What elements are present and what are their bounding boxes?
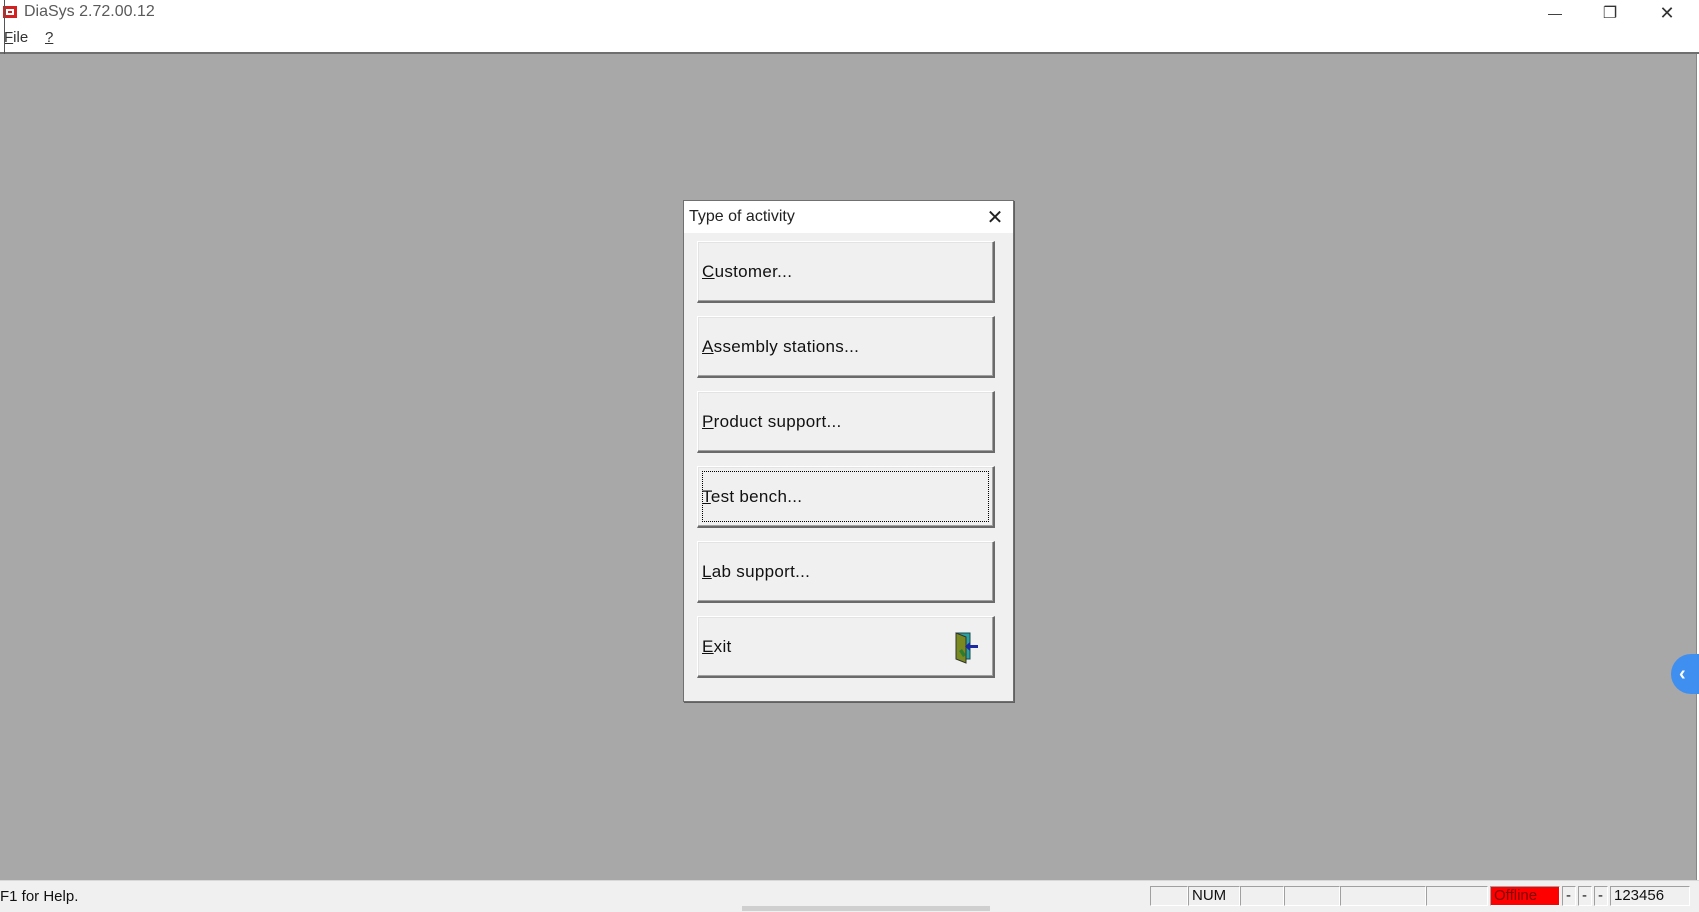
status-pane-empty-2 (1240, 886, 1284, 906)
minimize-button[interactable]: — (1530, 0, 1580, 26)
menu-file[interactable]: File (4, 29, 28, 46)
status-pane-empty-4 (1340, 886, 1426, 906)
assembly-stations-button[interactable]: Assembly stations... (697, 316, 995, 378)
status-pane-offline: Offline (1490, 886, 1560, 906)
assembly-text: ssembly stations... (713, 337, 860, 356)
status-pane-empty-5 (1426, 886, 1488, 906)
chevron-left-icon: ‹ (1679, 662, 1686, 685)
menu-file-mnemonic: F (4, 29, 14, 46)
close-icon: ✕ (1659, 2, 1675, 23)
restore-icon: ❐ (1602, 5, 1618, 22)
menu-file-label: ile (13, 29, 29, 46)
exit-button[interactable]: Exit (697, 616, 995, 678)
menu-bar: File ? (0, 26, 1699, 54)
exit-door-icon (955, 632, 978, 664)
app-icon (3, 6, 17, 18)
exit-mnemonic: E (702, 637, 714, 656)
status-pane-dash-3: - (1594, 886, 1608, 906)
lab-mnemonic: L (702, 562, 712, 581)
exit-button-label: Exit (702, 637, 732, 657)
menu-help-label: ? (45, 29, 54, 46)
test-mnemonic: T (702, 487, 711, 506)
status-pane-empty-1 (1150, 886, 1188, 906)
customer-text: ustomer... (714, 262, 793, 281)
test-text: est bench... (710, 487, 803, 506)
dialog-title: Type of activity (689, 208, 795, 225)
status-pane-code: 123456 (1610, 886, 1690, 906)
status-pane-dash-1: - (1562, 886, 1576, 906)
product-mnemonic: P (702, 412, 714, 431)
test-bench-button-label: Test bench... (702, 487, 802, 507)
menu-help[interactable]: ? (45, 29, 53, 46)
app-window: DiaSys 2.72.00.12 — ❐ ✕ File ? Type of a… (0, 0, 1699, 912)
customer-button[interactable]: Customer... (697, 241, 995, 303)
product-text: roduct support... (713, 412, 842, 431)
status-pane-empty-3 (1284, 886, 1340, 906)
minimize-icon: — (1548, 5, 1562, 21)
test-bench-button[interactable]: Test bench... (697, 466, 995, 528)
customer-button-label: Customer... (702, 262, 792, 282)
exit-text: xit (713, 637, 732, 656)
status-help-text: F1 for Help. (0, 888, 79, 905)
scrollbar-thumb[interactable] (742, 906, 990, 911)
restore-button[interactable]: ❐ (1585, 0, 1635, 26)
lab-support-button-label: Lab support... (702, 562, 810, 582)
window-title: DiaSys 2.72.00.12 (24, 3, 155, 20)
lab-support-button[interactable]: Lab support... (697, 541, 995, 603)
status-pane-dash-2: - (1578, 886, 1592, 906)
product-support-button[interactable]: Product support... (697, 391, 995, 453)
close-icon: ✕ (986, 206, 1004, 229)
dialog-title-bar: Type of activity ✕ (684, 201, 1013, 233)
status-pane-num: NUM (1188, 886, 1240, 906)
product-support-button-label: Product support... (702, 412, 842, 432)
title-bar: DiaSys 2.72.00.12 — ❐ ✕ (0, 0, 1699, 26)
customer-mnemonic: C (702, 262, 715, 281)
assembly-mnemonic: A (702, 337, 714, 356)
dialog-close-button[interactable]: ✕ (983, 205, 1007, 229)
lab-text: ab support... (711, 562, 811, 581)
close-window-button[interactable]: ✕ (1642, 0, 1692, 26)
assembly-stations-button-label: Assembly stations... (702, 337, 859, 357)
type-of-activity-dialog: Type of activity ✕ Customer... Assembly … (683, 200, 1014, 702)
